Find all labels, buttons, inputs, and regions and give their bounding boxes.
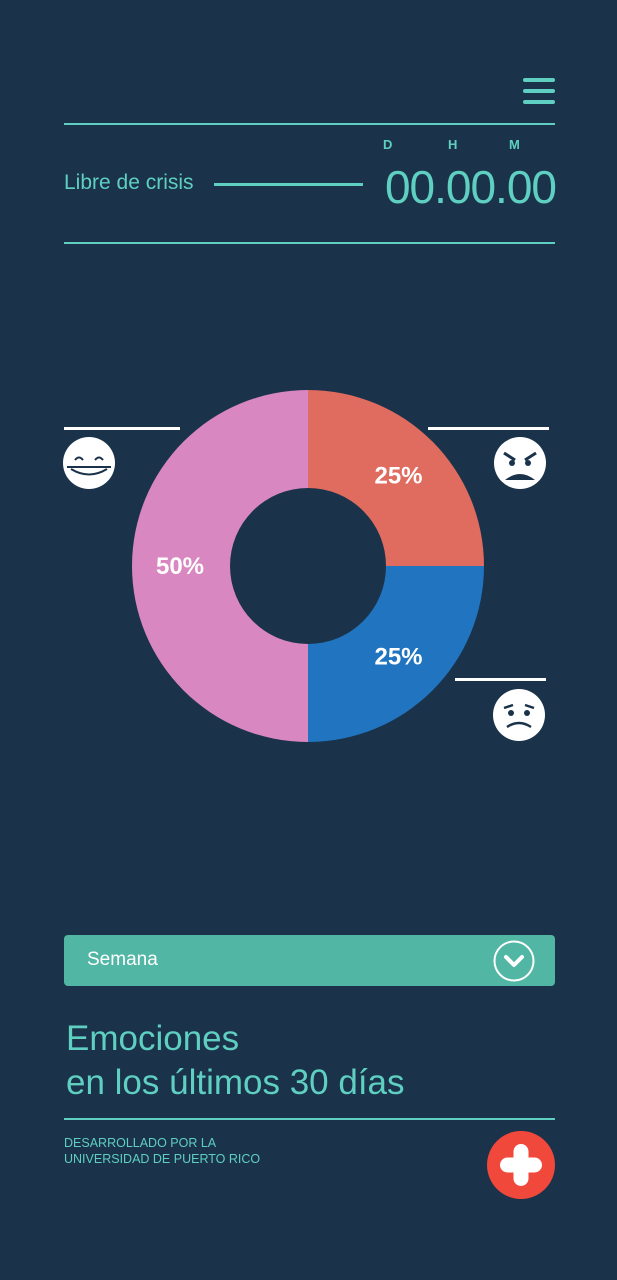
menu-button[interactable] bbox=[523, 78, 555, 108]
angry-face-icon bbox=[494, 437, 546, 489]
developer-credit: DESARROLLADO POR LA UNIVERSIDAD DE PUERT… bbox=[64, 1135, 260, 1167]
credit-line1: DESARROLLADO POR LA bbox=[64, 1136, 217, 1150]
happy-leader-line bbox=[64, 427, 180, 430]
crisis-free-label: Libre de crisis bbox=[64, 171, 194, 194]
days-unit-label: D bbox=[383, 137, 393, 152]
donut-label-worried-face: 25% bbox=[374, 644, 422, 671]
emotions-donut-chart: 25% 25% 50% bbox=[132, 390, 484, 742]
section-title-line1: Emociones bbox=[66, 1019, 240, 1058]
header-bottom-divider bbox=[64, 242, 555, 244]
hours-unit-label: H bbox=[448, 137, 458, 152]
crisis-free-connector bbox=[214, 183, 363, 186]
worried-leader-line bbox=[455, 678, 546, 681]
hamburger-menu-icon bbox=[523, 78, 555, 82]
donut-label-happy-face: 50% bbox=[156, 553, 204, 580]
minutes-unit-label: M bbox=[509, 137, 520, 152]
footer-divider bbox=[64, 1118, 555, 1120]
worried-face-icon bbox=[493, 689, 545, 741]
top-divider bbox=[64, 123, 555, 125]
period-dropdown[interactable]: Semana bbox=[64, 935, 555, 986]
donut-label-angry-face: 25% bbox=[374, 462, 422, 489]
section-title: Emociones en los últimos 30 días bbox=[66, 1017, 405, 1105]
happy-face-icon bbox=[63, 437, 115, 489]
credit-line2: UNIVERSIDAD DE PUERTO RICO bbox=[64, 1152, 261, 1166]
angry-leader-line bbox=[428, 427, 549, 430]
chevron-down-icon bbox=[493, 940, 535, 982]
emergency-button[interactable] bbox=[487, 1131, 555, 1199]
crisis-free-timer: 00.00.00 bbox=[384, 161, 557, 213]
period-dropdown-value: Semana bbox=[87, 949, 158, 970]
section-title-line2: en los últimos 30 días bbox=[66, 1063, 405, 1102]
